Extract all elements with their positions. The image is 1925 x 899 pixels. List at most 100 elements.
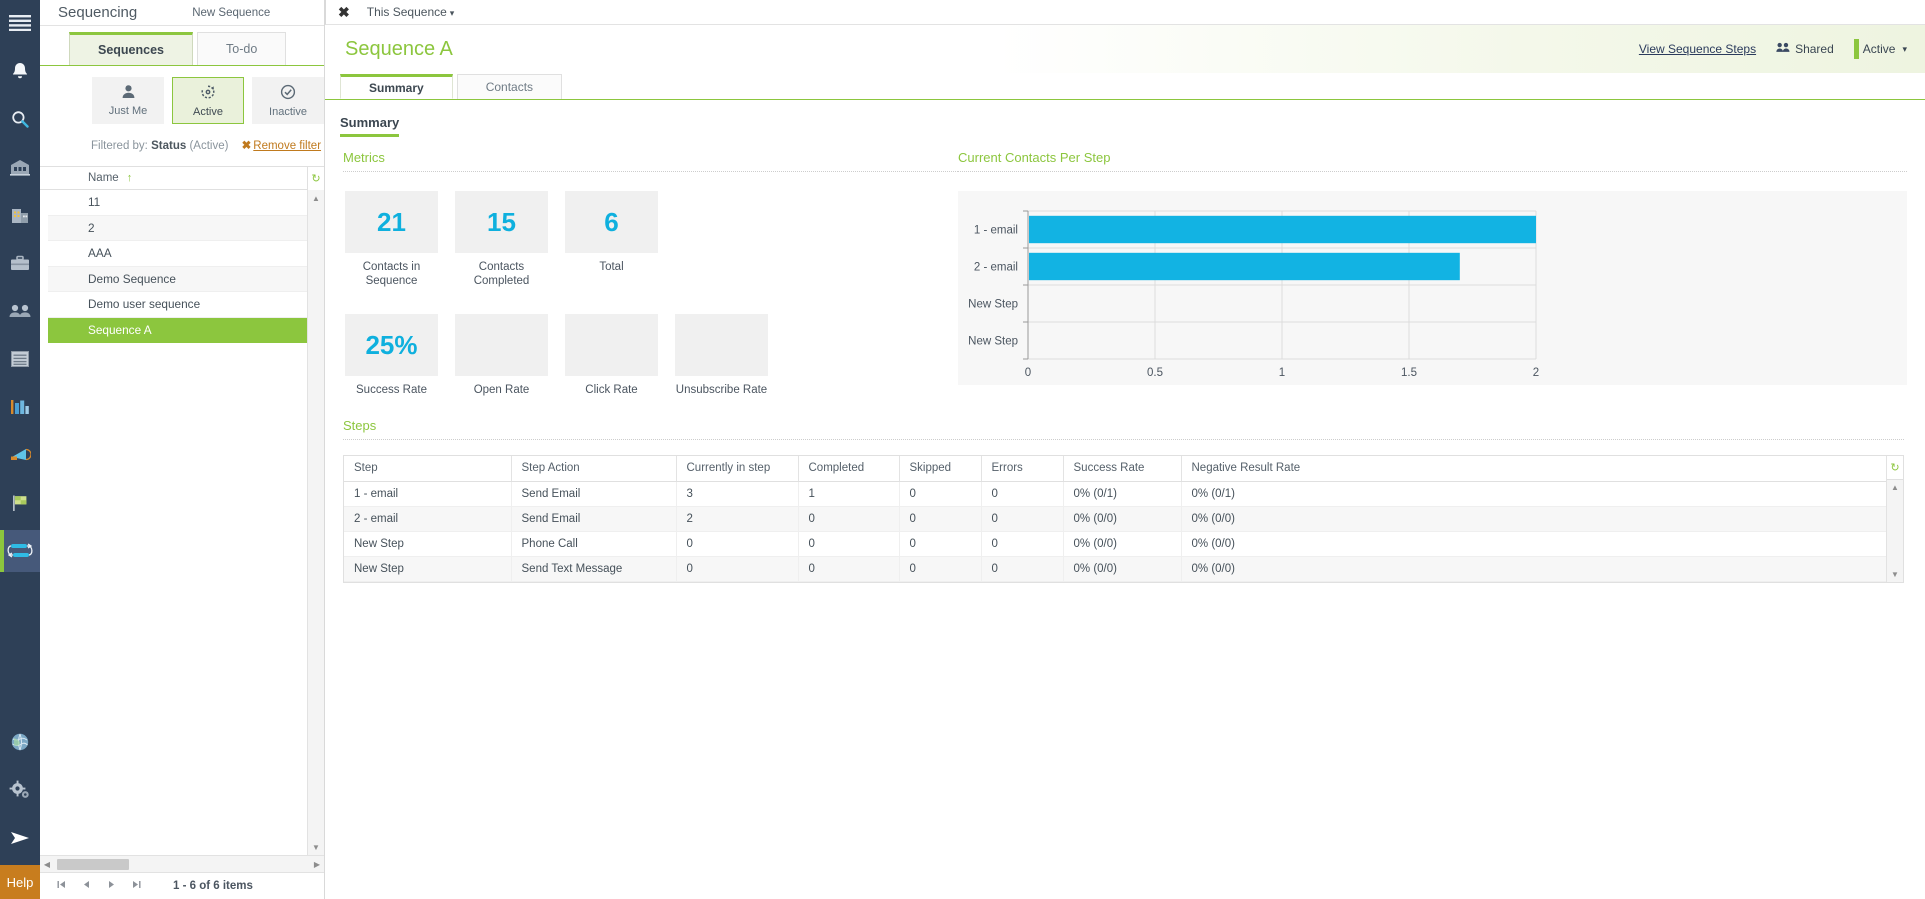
- metric-label: Open Rate: [473, 384, 530, 396]
- flag-icon[interactable]: [0, 482, 40, 524]
- chevron-down-icon: ▾: [1902, 43, 1907, 54]
- scroll-down-arrow-icon[interactable]: ▼: [1887, 567, 1903, 582]
- filtered-by-field: Status: [151, 140, 187, 152]
- list-item[interactable]: Demo user sequence: [48, 292, 307, 318]
- svg-text:1.5: 1.5: [1401, 367, 1417, 379]
- sequencing-icon[interactable]: [0, 530, 40, 572]
- menu-icon[interactable]: [0, 6, 40, 40]
- cell-errors: 0: [981, 556, 1064, 582]
- tab-todo[interactable]: To-do: [197, 32, 287, 65]
- column-header-negative-result-rate[interactable]: Negative Result Rate: [1181, 456, 1903, 482]
- table-row[interactable]: 2 - email Send Email 2 0 0 0 0% (0/0) 0%…: [344, 506, 1903, 532]
- column-header-name[interactable]: Name: [88, 172, 119, 184]
- company-icon[interactable]: [0, 194, 40, 236]
- chart-svg: 1 - email 2 - email New Step New Step 0 0.5 1 1…: [968, 210, 1539, 379]
- svg-text:New Step: New Step: [968, 336, 1018, 348]
- shared-badge[interactable]: Shared: [1776, 42, 1834, 56]
- filter-inactive-button[interactable]: Inactive: [252, 77, 324, 124]
- scrollbar-thumb[interactable]: [57, 858, 129, 870]
- pager: 1 - 6 of 6 items: [40, 872, 324, 899]
- scroll-up-arrow-icon[interactable]: ▲: [1887, 480, 1903, 495]
- list-item[interactable]: 2: [48, 215, 307, 241]
- marketing-megaphone-icon[interactable]: [0, 434, 40, 476]
- this-sequence-dropdown[interactable]: This Sequence ▾: [367, 5, 455, 19]
- pager-prev-button[interactable]: [74, 880, 99, 892]
- globe-icon[interactable]: [0, 721, 40, 763]
- new-sequence-button[interactable]: New Sequence: [192, 7, 270, 19]
- send-arrow-icon[interactable]: [0, 817, 40, 859]
- notifications-bell-icon[interactable]: [0, 50, 40, 92]
- steps-section: Steps Step Step Action Currently in step…: [343, 418, 1907, 583]
- list-item[interactable]: Demo Sequence: [48, 266, 307, 292]
- tab-summary[interactable]: Summary: [340, 74, 453, 99]
- sequences-left-panel: Sequencing New Sequence Sequences To-do …: [40, 0, 325, 899]
- metric-value: [675, 191, 768, 253]
- close-icon[interactable]: ✖: [338, 4, 350, 21]
- metric-card: 15 Contacts Completed: [455, 191, 565, 288]
- column-header-step-action[interactable]: Step Action: [511, 456, 677, 482]
- metric-label: Unsubscribe Rate: [675, 384, 768, 396]
- settings-gear-icon[interactable]: [0, 769, 40, 811]
- table-row[interactable]: New Step Phone Call 0 0 0 0 0% (0/0) 0% …: [344, 531, 1903, 557]
- scroll-up-arrow-icon[interactable]: ▲: [308, 190, 324, 206]
- home-building-icon[interactable]: [0, 146, 40, 188]
- sequences-grid-body: 11 2 AAA Demo Sequence Demo user sequenc…: [40, 190, 324, 855]
- remove-filter-button[interactable]: ✖ Remove filter: [242, 140, 321, 152]
- tab-todo-label: To-do: [226, 42, 258, 56]
- column-header-completed[interactable]: Completed: [798, 456, 900, 482]
- metric-label: Success Rate: [356, 384, 427, 396]
- cell-step: New Step: [344, 556, 512, 582]
- filter-just-me-button[interactable]: Just Me: [92, 77, 164, 124]
- pager-next-button[interactable]: [99, 880, 124, 892]
- help-button[interactable]: Help: [0, 865, 40, 899]
- list-item-label: AAA: [88, 246, 112, 261]
- people-icon[interactable]: [0, 290, 40, 332]
- grid-vertical-scrollbar[interactable]: ▲ ▼: [307, 190, 324, 855]
- scroll-left-arrow-icon[interactable]: ◀: [40, 860, 54, 869]
- scroll-down-arrow-icon[interactable]: ▼: [308, 839, 324, 855]
- cell-step-action: Phone Call: [511, 531, 677, 557]
- briefcase-icon[interactable]: [0, 242, 40, 284]
- grid-horizontal-scrollbar[interactable]: ◀ ▶: [40, 855, 324, 872]
- column-header-errors[interactable]: Errors: [981, 456, 1064, 482]
- sequence-title: Sequence A: [345, 37, 453, 60]
- tab-contacts[interactable]: Contacts: [456, 74, 563, 99]
- sequence-header: Sequence A View Sequence Steps Shared Ac…: [325, 25, 1925, 73]
- cell-currently-in-step: 2: [676, 506, 799, 532]
- filter-inactive-label: Inactive: [269, 105, 307, 118]
- column-header-skipped[interactable]: Skipped: [899, 456, 982, 482]
- list-item-selected[interactable]: Sequence A: [48, 317, 307, 343]
- list-icon[interactable]: [0, 338, 40, 380]
- list-item[interactable]: 11: [48, 190, 307, 216]
- column-header-success-rate[interactable]: Success Rate: [1063, 456, 1182, 482]
- person-icon: [121, 84, 136, 102]
- column-header-step[interactable]: Step: [344, 456, 512, 482]
- svg-text:1 - email: 1 - email: [974, 225, 1018, 237]
- cell-negative-result-rate: 0% (0/0): [1181, 531, 1903, 557]
- list-item-label: Sequence A: [88, 322, 152, 337]
- scroll-right-arrow-icon[interactable]: ▶: [314, 860, 320, 869]
- steps-section-title: Steps: [343, 418, 1904, 440]
- main-tabs: Summary Contacts: [325, 73, 1925, 100]
- column-header-currently-in-step[interactable]: Currently in step: [676, 456, 799, 482]
- check-circle-icon: [280, 84, 296, 103]
- cell-currently-in-step: 0: [676, 556, 799, 582]
- table-row[interactable]: New Step Send Text Message 0 0 0 0 0% (0…: [344, 556, 1903, 582]
- chart-column: Current Contacts Per Step 1 - email 2 - e…: [958, 150, 1907, 397]
- refresh-icon[interactable]: ↻: [307, 167, 324, 190]
- table-row[interactable]: 1 - email Send Email 3 1 0 0 0% (0/1) 0%…: [344, 481, 1903, 507]
- metric-card: Click Rate: [565, 314, 675, 397]
- tab-sequences[interactable]: Sequences: [69, 32, 194, 65]
- pager-last-button[interactable]: [124, 880, 149, 892]
- filter-active-button[interactable]: Active: [172, 77, 244, 124]
- sort-ascending-icon[interactable]: ↑: [127, 172, 133, 184]
- search-icon[interactable]: [0, 98, 40, 140]
- view-sequence-steps-link[interactable]: View Sequence Steps: [1639, 42, 1756, 56]
- pager-first-button[interactable]: [49, 880, 74, 892]
- list-item[interactable]: AAA: [48, 241, 307, 267]
- reports-bar-chart-icon[interactable]: [0, 386, 40, 428]
- status-dropdown[interactable]: Active ▾: [1853, 39, 1907, 59]
- refresh-icon[interactable]: ↻: [1886, 456, 1903, 480]
- steps-table-scrollbar[interactable]: ▲ ▼: [1886, 480, 1903, 582]
- filtered-by-prefix: Filtered by:: [91, 140, 148, 152]
